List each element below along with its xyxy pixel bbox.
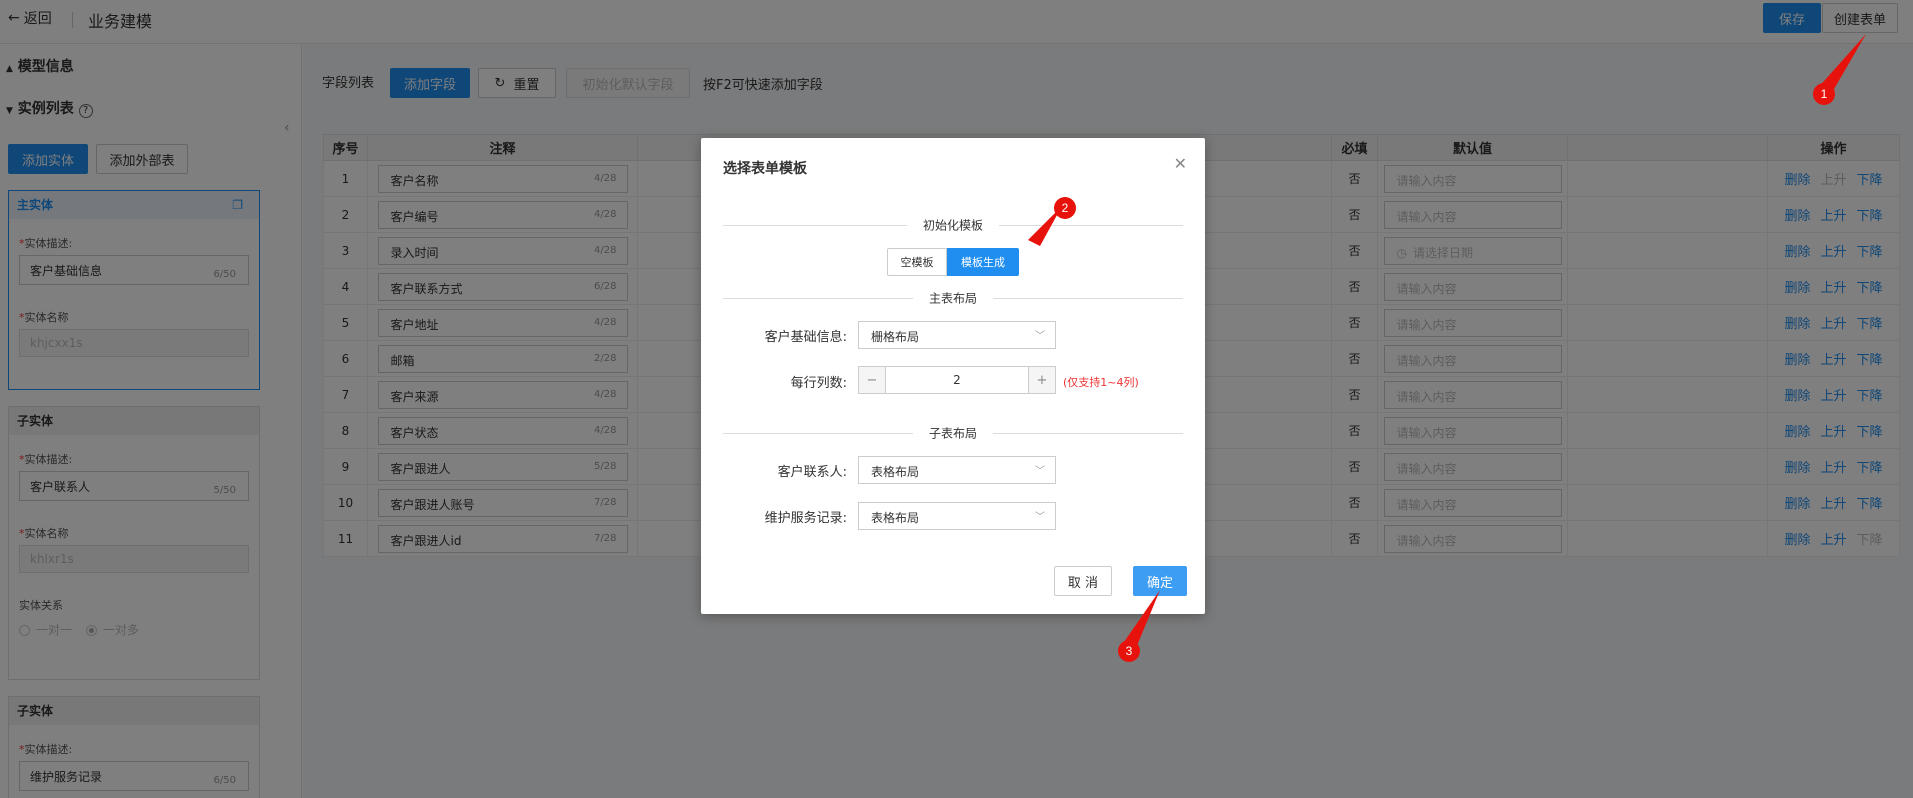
annotation-arrows <box>1028 34 1866 648</box>
annotation-badge-2: 2 <box>1054 197 1076 219</box>
annotation-badge-3: 3 <box>1118 640 1140 662</box>
annotation-badge-1: 1 <box>1813 83 1835 105</box>
